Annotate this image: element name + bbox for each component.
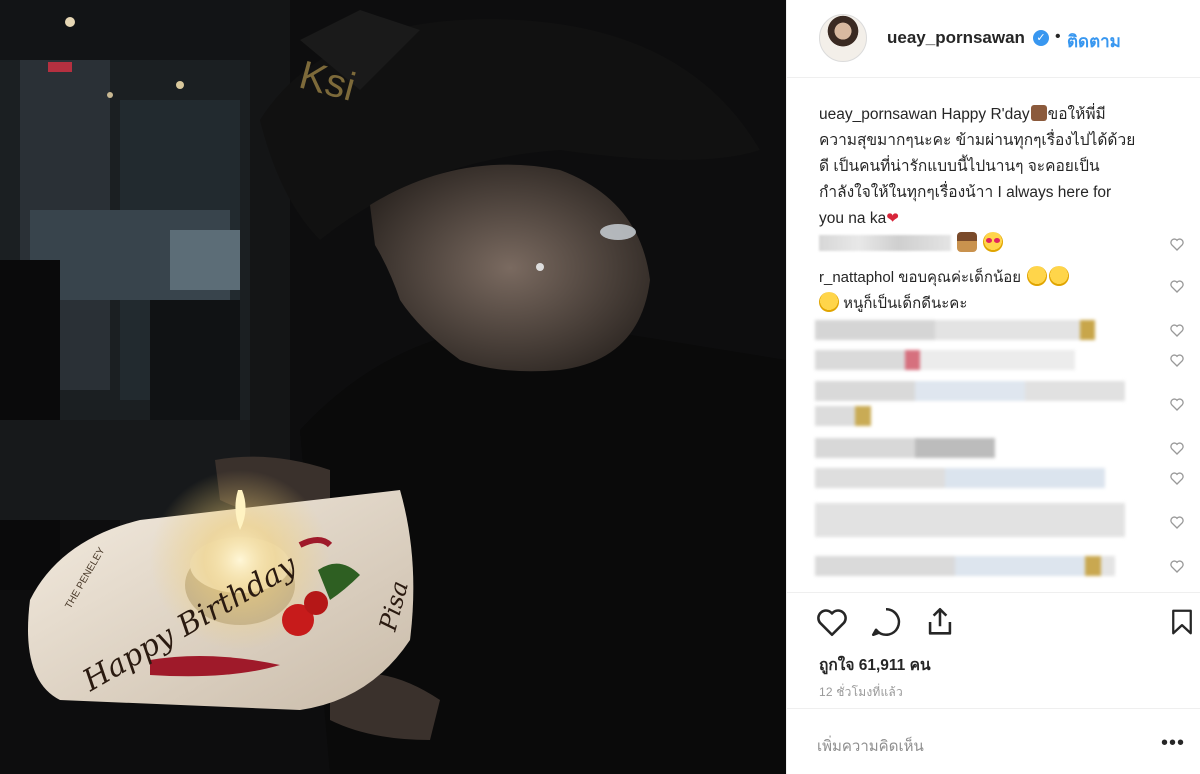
blurred-comment: [815, 468, 1105, 488]
photo-illustration: Ksi Happy Birthday Pisa THE PENELEY: [0, 0, 786, 774]
comment-like-heart-icon[interactable]: [1169, 278, 1185, 294]
comment-like-heart-icon[interactable]: [1169, 470, 1185, 486]
avatar[interactable]: [819, 14, 867, 62]
blurred-comment: [815, 406, 875, 426]
blurred-username[interactable]: [819, 235, 951, 251]
smile-emoji-icon: [819, 292, 839, 312]
comment-item: [819, 231, 1159, 257]
post-sidebar: ueay_pornsawan ✓ • ติดตาม ueay_pornsawan…: [786, 0, 1200, 774]
caption-username[interactable]: ueay_pornsawan: [819, 106, 937, 123]
share-upload-icon[interactable]: [923, 605, 957, 639]
header-username[interactable]: ueay_pornsawan: [887, 28, 1025, 48]
blurred-comment: [815, 350, 1075, 370]
smile-emoji-icon: [1049, 266, 1070, 286]
add-comment-area: •••: [787, 708, 1200, 774]
likes-count[interactable]: ถูกใจ 61,911 คน: [819, 652, 931, 677]
comment-like-heart-icon[interactable]: [1169, 236, 1185, 252]
separator-dot: •: [1055, 28, 1061, 45]
smile-emoji-icon: [1027, 266, 1048, 286]
caption-text-1b: ขอให้พี่มี: [1047, 106, 1106, 123]
caption-text-2: ความสุขมากๆนะคะ ข้ามผ่านทุกๆเรื่องไปได้ด…: [819, 132, 1136, 149]
comment-like-heart-icon[interactable]: [1169, 322, 1185, 338]
post-caption: ueay_pornsawan Happy R'day ขอให้พี่มี ควา…: [819, 102, 1169, 232]
heart-outline-icon[interactable]: [815, 605, 849, 639]
comment-like-heart-icon[interactable]: [1169, 440, 1185, 456]
blurred-comment: [815, 320, 1095, 340]
follow-button[interactable]: ติดตาม: [1067, 28, 1121, 55]
emoji-icon: [1030, 105, 1047, 121]
comment-like-heart-icon[interactable]: [1169, 514, 1185, 530]
caption-text-3: ดี เป็นคนที่น่ารักแบบนี้ไปนานๆ จะคอยเป็น: [819, 158, 1100, 175]
add-comment-input[interactable]: [817, 733, 1147, 759]
comment-bubble-icon[interactable]: [869, 605, 903, 639]
post-photo[interactable]: Ksi Happy Birthday Pisa THE PENELEY: [0, 0, 786, 774]
comment-like-heart-icon[interactable]: [1169, 558, 1185, 574]
comment-username[interactable]: r_nattaphol: [819, 269, 894, 286]
heart-eyes-emoji-icon: [983, 232, 1004, 252]
bookmark-icon[interactable]: [1167, 605, 1197, 639]
post-actions-bar: [787, 592, 1200, 648]
blurred-comment: [815, 438, 995, 458]
comment-text: ขอบคุณค่ะเด็กน้อย: [898, 269, 1022, 286]
comment-text-2: หนูก็เป็นเด็กดีนะคะ: [843, 295, 968, 312]
cake-emoji-icon: [957, 232, 978, 252]
blurred-comment: [815, 556, 1115, 576]
comment-like-heart-icon[interactable]: [1169, 396, 1185, 412]
verified-badge-icon: ✓: [1033, 30, 1049, 46]
comment-item: r_nattaphol ขอบคุณค่ะเด็กน้อย หนูก็เป็นเ…: [819, 265, 1159, 317]
caption-text-5: you na ka: [819, 210, 887, 227]
blurred-comment: [815, 503, 1125, 537]
blurred-comment: [815, 381, 1125, 401]
comments-list[interactable]: ueay_pornsawan Happy R'day ขอให้พี่มี ควา…: [787, 78, 1200, 592]
heart-emoji-icon: ❤: [886, 210, 899, 227]
caption-text-1: Happy R'day: [941, 106, 1030, 123]
post-timestamp[interactable]: 12 ชั่วโมงที่แล้ว: [819, 683, 903, 702]
more-options-icon[interactable]: •••: [1161, 733, 1185, 753]
comment-like-heart-icon[interactable]: [1169, 352, 1185, 368]
instagram-post-view: Ksi Happy Birthday Pisa THE PENELEY ueay…: [0, 0, 1200, 774]
post-header: ueay_pornsawan ✓ • ติดตาม: [787, 0, 1200, 78]
caption-text-4: กำลังใจให้ในทุกๆเรื่องน้าา I always here…: [819, 184, 1112, 201]
